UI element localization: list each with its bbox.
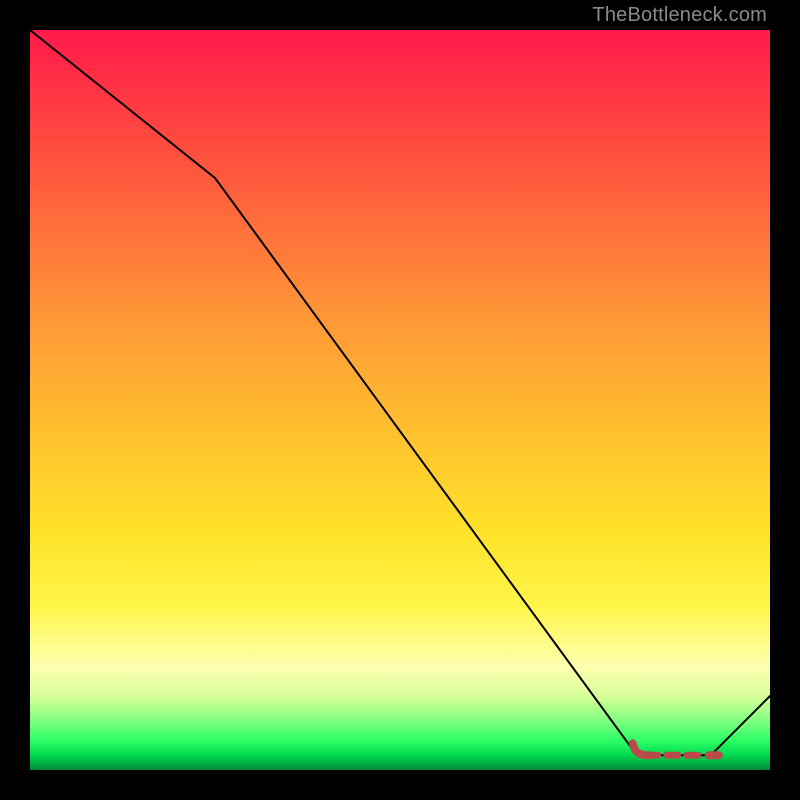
highlight-hook-left bbox=[633, 743, 649, 755]
watermark-text: TheBottleneck.com bbox=[592, 4, 767, 27]
minimum-highlight bbox=[633, 743, 719, 755]
bottleneck-curve bbox=[30, 30, 770, 755]
chart-frame: TheBottleneck.com bbox=[0, 0, 800, 800]
chart-overlay bbox=[30, 30, 770, 770]
